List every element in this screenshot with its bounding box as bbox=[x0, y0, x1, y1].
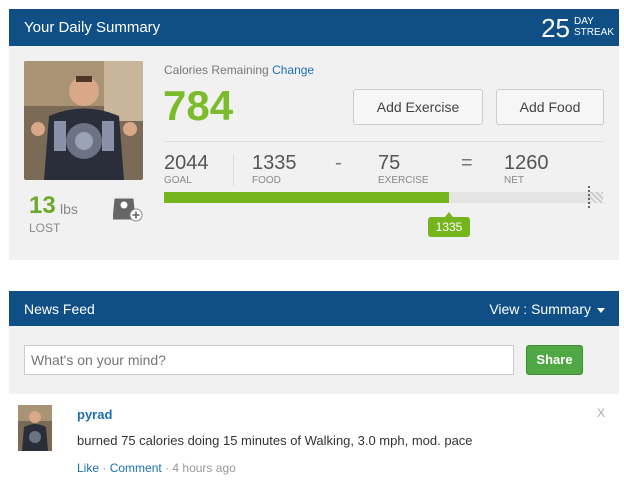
view-summary-label: View : Summary bbox=[489, 301, 591, 317]
food-label: FOOD bbox=[252, 175, 281, 186]
chevron-down-icon bbox=[597, 307, 605, 313]
add-exercise-button[interactable]: Add Exercise bbox=[353, 89, 483, 125]
news-feed-header: News Feed View : Summary bbox=[9, 291, 619, 326]
daily-summary-title: Your Daily Summary bbox=[24, 19, 161, 36]
calorie-progress-bar bbox=[164, 192, 603, 203]
status-input[interactable] bbox=[24, 345, 514, 375]
calorie-progress-tooltip: 1335 bbox=[428, 212, 470, 237]
separator: · bbox=[102, 461, 107, 475]
add-food-button[interactable]: Add Food bbox=[496, 89, 604, 125]
minus-operator: - bbox=[335, 152, 342, 174]
divider bbox=[164, 141, 604, 142]
post-text: burned 75 calories doing 15 minutes of W… bbox=[77, 433, 473, 448]
change-link[interactable]: Change bbox=[272, 63, 314, 77]
calories-remaining-value: 784 bbox=[163, 82, 234, 129]
goal-value: 2044 bbox=[164, 152, 209, 174]
daily-summary-panel: 13 lbs LOST Calories Remaining Change 78… bbox=[9, 46, 619, 260]
goal-marker bbox=[588, 186, 590, 208]
calorie-progress-fill bbox=[164, 192, 449, 203]
post-timestamp: 4 hours ago bbox=[172, 461, 236, 475]
equals-operator: = bbox=[461, 152, 473, 174]
divider-vertical bbox=[233, 154, 234, 186]
goal-label: GOAL bbox=[164, 175, 192, 186]
feed-post: pyrad X burned 75 calories doing 15 minu… bbox=[9, 399, 619, 479]
exercise-value: 75 bbox=[378, 152, 401, 174]
weight-lost-unit: lbs bbox=[60, 201, 78, 217]
weight-lost-value: 13 bbox=[29, 192, 56, 219]
calorie-progress-overflow bbox=[589, 192, 603, 203]
net-label: NET bbox=[504, 175, 524, 186]
post-close-icon[interactable]: X bbox=[597, 406, 605, 420]
news-feed-title: News Feed bbox=[24, 301, 95, 317]
post-username[interactable]: pyrad bbox=[77, 407, 112, 422]
food-value: 1335 bbox=[252, 152, 297, 174]
calories-remaining-label: Calories Remaining Change bbox=[164, 63, 315, 77]
add-weight-icon[interactable] bbox=[112, 193, 143, 223]
avatar[interactable] bbox=[24, 61, 143, 180]
comment-link[interactable]: Comment bbox=[110, 461, 162, 475]
view-summary-dropdown[interactable]: View : Summary bbox=[489, 301, 605, 317]
streak-number: 25 bbox=[541, 13, 570, 43]
daily-summary-header: Your Daily Summary 25 DAY STREAK bbox=[9, 9, 619, 46]
post-avatar[interactable] bbox=[18, 405, 52, 451]
weight-lost-label: LOST bbox=[29, 221, 61, 235]
net-value: 1260 bbox=[504, 152, 549, 174]
post-meta: Like · Comment · 4 hours ago bbox=[77, 461, 236, 475]
exercise-label: EXERCISE bbox=[378, 175, 429, 186]
like-link[interactable]: Like bbox=[77, 461, 99, 475]
status-compose: Share bbox=[9, 326, 619, 394]
share-button[interactable]: Share bbox=[526, 345, 583, 375]
separator: · bbox=[165, 461, 170, 475]
streak-label: DAY STREAK bbox=[574, 16, 615, 38]
